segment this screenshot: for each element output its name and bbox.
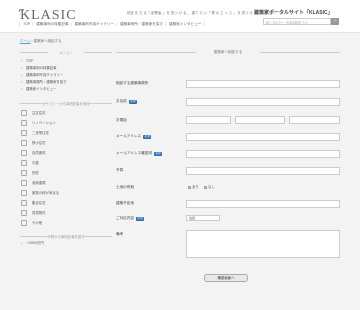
label-email-confirm: メールアドレス確認用 必須 [116,151,163,156]
sidebar-item-find-architect[interactable]: 建築事務所・建築家を探す [20,79,112,86]
sidebar-item-gallery[interactable]: 建築事例写真ギャラリー [20,72,112,79]
label-address: 建築予定地 [116,201,134,205]
category-item[interactable]: 注文住宅 [20,108,112,118]
category-item[interactable]: 賃貸物件 [20,208,112,218]
search-button[interactable]: › [331,18,339,25]
family-icon [21,190,27,196]
architect-field[interactable] [186,80,340,88]
breadcrumb: ホーム › 建築家へ相談する [20,39,62,44]
site-header: KLASIC 何証 を ち る「 創業者 」 を 見つ け る 、 建て た い… [0,0,360,32]
category-item[interactable]: 二世帯住宅 [20,128,112,138]
label-budget: 予算 [116,168,124,172]
label-name: お名前 必須 [116,99,137,104]
category-item[interactable]: 別荘 [20,168,112,178]
category-item[interactable]: リノベーション [20,118,112,128]
nav-item-find-architect[interactable]: 建築事例所・建築家を探す [120,22,163,26]
nav-item-interview[interactable]: 建築家インタビュー [169,22,201,26]
label-email: メールアドレス 必須 [116,134,152,139]
address-field[interactable] [186,200,340,208]
narrow-house-icon [21,140,27,146]
confirm-button[interactable]: 確認画面へ [204,274,248,282]
price-item[interactable]: ～2000万円 [20,240,112,247]
search-input[interactable]: 新しなのちー 写真&検索 テル [263,18,331,25]
radio-icon [204,185,207,189]
villa-icon [21,170,27,176]
required-badge: 必須 [153,152,163,156]
land-option-yes[interactable]: あり [188,184,199,189]
other-icon [21,220,27,226]
land-option-no[interactable]: なし [204,184,215,189]
required-badge: 必須 [143,135,152,139]
category-item[interactable]: 集合住宅 [20,198,112,208]
label-note: 備考 [116,232,124,236]
name-field[interactable] [186,98,340,106]
required-badge: 必須 [135,217,145,221]
budget-field[interactable] [186,167,340,175]
breadcrumb-current: 建築家へ相談する [33,39,62,43]
rental-icon [21,210,27,216]
breadcrumb-separator: › [31,39,33,43]
category-item[interactable]: 収納重視 [20,178,112,188]
sidebar-item-articles[interactable]: 建築事例の特集記事 [20,65,112,72]
required-badge: 必須 [128,100,137,104]
sidebar: メニュー TOP 建築事例の特集記事 建築事例写真ギャラリー 建築事務所・建築家… [20,50,112,247]
two-family-icon [21,130,27,136]
site-tagline: 何証 を ち る「 創業者 」 を 見つ け る 、 建て た い「 理 の 工… [127,11,261,15]
renovation-icon [21,120,27,126]
phone-field-3[interactable] [289,116,340,124]
sidebar-item-top[interactable]: TOP [20,58,112,65]
apartment-icon [21,200,27,206]
breadcrumb-home[interactable]: ホーム [20,39,30,43]
category-item[interactable]: 平屋 [20,158,112,168]
email-confirm-field[interactable] [186,150,340,158]
note-textarea[interactable] [186,230,340,258]
contact-form: 建築家へ相談する 相談する建築事務所 お名前 必須 お電話 メールアドレス 必須 メ… [116,50,340,282]
form-title: 建築家へ相談する [116,50,340,57]
radio-icon [188,185,191,189]
header-divider [0,32,360,33]
category-item[interactable]: その他 [20,218,112,228]
nav-item-top[interactable]: TOP [23,22,30,26]
email-field[interactable] [186,133,340,141]
label-phone: お電話 [116,118,127,122]
sidebar-category-heading: カテゴリーから事例記事を見る [20,101,112,107]
label-contact: ご対応内容 必須 [116,216,145,221]
category-item[interactable]: 家族の絆が深まる [20,188,112,198]
storage-icon [21,180,27,186]
leaf-icon [21,150,27,156]
nav-item-articles[interactable]: 建築事例の特集記事 [36,22,68,26]
label-land: 土地の有無 [116,185,134,189]
contact-select[interactable]: 電話 [186,215,220,221]
sidebar-item-interview[interactable]: 建築家インタビュー [20,86,112,93]
nav-item-gallery[interactable]: 建築事例写真ギャラリー [74,22,114,26]
bungalow-icon [21,160,27,166]
label-architect: 相談する建築事務所 [116,81,149,85]
category-item[interactable]: 自然素材 [20,148,112,158]
category-item[interactable]: 狭小住宅 [20,138,112,148]
global-nav: [ TOP | 建築事例の特集記事 | 建築事例写真ギャラリー | 建築事例所・建築家… [19,22,205,26]
phone-field-2[interactable] [235,116,285,124]
site-name: 建築家ポータルサイト「KLASIC」 [254,9,333,16]
phone-field-1[interactable] [186,116,231,124]
house-icon [21,110,27,116]
sidebar-menu-heading: メニュー [20,50,112,56]
